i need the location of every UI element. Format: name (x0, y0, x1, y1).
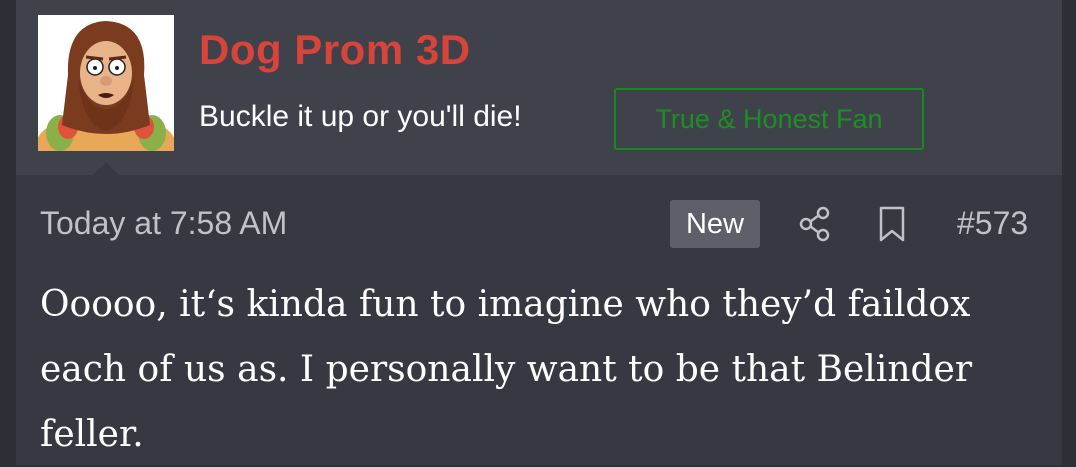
header-pointer (92, 162, 120, 176)
avatar[interactable] (38, 15, 174, 151)
post-body: Ooooo, it‘s kinda fun to imagine who the… (40, 284, 973, 455)
bookmark-icon[interactable] (878, 205, 906, 243)
user-header: Dog Prom 3D Buckle it up or you'll die! … (16, 0, 1062, 175)
post-number-link[interactable]: #573 (957, 205, 1028, 242)
user-banner: True & Honest Fan (614, 88, 924, 150)
share-icon[interactable] (798, 206, 832, 242)
avatar-image (38, 15, 174, 151)
new-badge: New (670, 200, 760, 248)
post-date[interactable]: Today at 7:58 AM (40, 205, 287, 242)
username-link[interactable]: Dog Prom 3D (199, 26, 471, 74)
user-title: Buckle it up or you'll die! (199, 100, 522, 133)
forum-post: Dog Prom 3D Buckle it up or you'll die! … (16, 0, 1062, 465)
